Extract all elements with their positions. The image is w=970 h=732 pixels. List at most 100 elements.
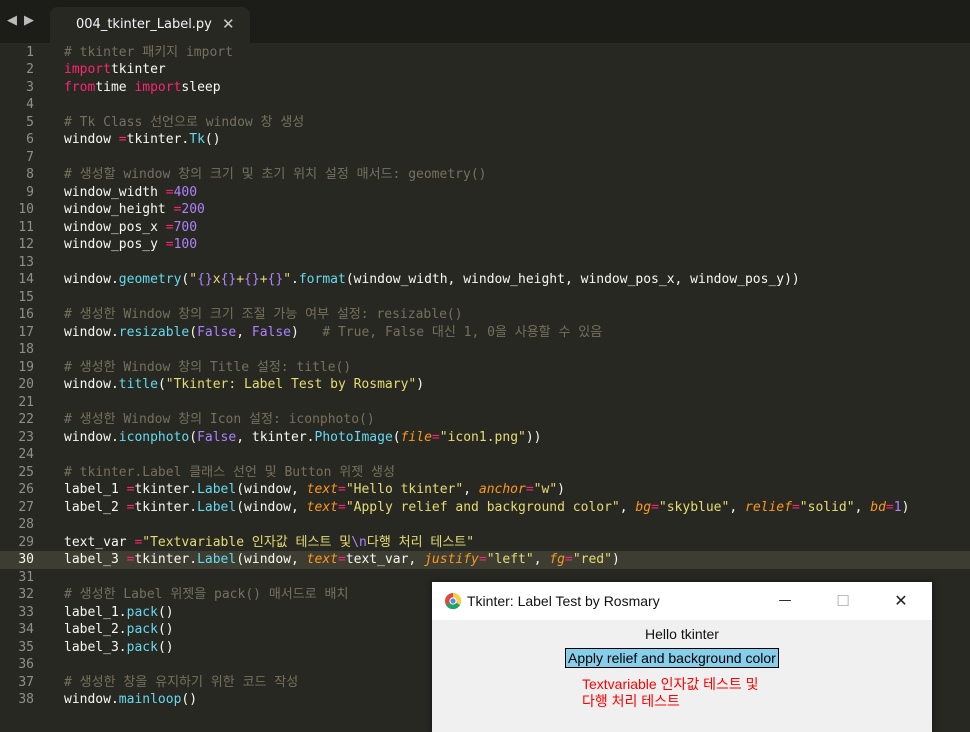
- code-token: =: [651, 499, 659, 515]
- code-token: label_1.: [64, 604, 127, 620]
- line-number: 5: [26, 114, 34, 130]
- code-token: Label: [197, 482, 237, 497]
- code-line[interactable]: window.iconphoto(False, tkinter.PhotoIma…: [64, 429, 542, 447]
- line-number: 20: [18, 377, 34, 392]
- code-token: ,: [463, 482, 479, 497]
- code-token: =: [478, 552, 487, 567]
- close-tab-icon[interactable]: ✕: [222, 15, 235, 33]
- code-token: # 생성한 Window 창의 Icon 설정: iconphoto(): [64, 412, 375, 427]
- code-line[interactable]: label_3.pack(): [64, 639, 174, 657]
- code-line[interactable]: window_pos_y =100: [64, 236, 197, 254]
- code-token: ": [283, 272, 292, 287]
- code-token: title: [118, 377, 158, 392]
- code-token: import: [134, 79, 182, 95]
- code-token: tkinter.: [134, 482, 198, 497]
- code-token: +: [236, 272, 245, 287]
- code-token: False: [197, 429, 237, 445]
- code-token: "red": [572, 552, 612, 567]
- code-token: (): [157, 639, 174, 655]
- code-token: window.: [64, 429, 119, 445]
- code-token: # tkinter 패키지 import: [64, 44, 233, 60]
- line-number: 13: [18, 254, 34, 270]
- code-line[interactable]: # tkinter.Label 클래스 선언 및 Button 위젯 생성: [64, 464, 395, 482]
- code-token: =: [118, 132, 127, 147]
- code-token: Tk: [189, 132, 205, 147]
- code-token: 700: [173, 219, 198, 235]
- code-token: (: [157, 377, 166, 392]
- code-line[interactable]: window_height =200: [64, 201, 205, 219]
- maximize-button[interactable]: ☐: [820, 586, 866, 616]
- file-tab[interactable]: 004_tkinter_Label.py ✕: [50, 7, 250, 43]
- line-number: 11: [18, 219, 34, 235]
- line-number: 16: [18, 307, 34, 322]
- line-number: 26: [18, 482, 34, 497]
- line-number: 6: [26, 132, 34, 147]
- code-token: \n: [351, 534, 367, 550]
- nav-back-icon[interactable]: ◀: [7, 13, 17, 28]
- code-token: {}: [220, 272, 237, 287]
- code-token: pack: [126, 622, 158, 637]
- app-icon: [445, 592, 462, 610]
- code-line[interactable]: importtkinter: [64, 61, 166, 79]
- code-token: # tkinter.Label 클래스 선언 및 Button 위젯 생성: [64, 464, 395, 480]
- line-number: 23: [18, 429, 34, 445]
- code-line[interactable]: label_2 =tkinter.Label(window, text="App…: [64, 499, 909, 517]
- code-token: time: [95, 79, 135, 95]
- code-token: 400: [173, 184, 198, 200]
- code-line[interactable]: label_3 =tkinter.Label(window, text=text…: [64, 551, 620, 569]
- tkinter-window: Tkinter: Label Test by Rosmary — ☐ ✕ Hel…: [432, 582, 932, 732]
- code-line[interactable]: # 생성한 Label 위젯을 pack() 매서드로 배치: [64, 586, 348, 604]
- code-token: label_2.: [64, 622, 127, 637]
- code-token: .: [291, 272, 299, 287]
- code-line[interactable]: window.mainloop(): [64, 691, 197, 709]
- code-line[interactable]: fromtime importsleep: [64, 79, 221, 97]
- code-token: =: [165, 219, 174, 235]
- code-token: tkinter: [110, 62, 166, 77]
- code-line[interactable]: # 생성할 window 창의 크기 및 초기 위치 설정 매서드: geome…: [64, 166, 486, 184]
- code-line[interactable]: label_2.pack(): [64, 621, 174, 639]
- code-token: ,: [236, 324, 252, 340]
- code-token: ): [901, 499, 910, 515]
- code-line[interactable]: window_pos_x =700: [64, 219, 197, 237]
- code-line[interactable]: label_1.pack(): [64, 604, 174, 622]
- line-number: 19: [18, 359, 34, 375]
- code-token: ): [611, 552, 620, 567]
- code-token: =: [885, 499, 894, 515]
- code-token: (: [189, 429, 198, 445]
- code-line[interactable]: # Tk Class 선언으로 window 창 생성: [64, 114, 304, 132]
- code-token: =: [337, 499, 346, 515]
- code-line[interactable]: # 생성한 Window 창의 Title 설정: title(): [64, 359, 351, 377]
- code-line[interactable]: window.geometry("{}x{}+{}+{}".format(win…: [64, 271, 800, 289]
- window-titlebar[interactable]: Tkinter: Label Test by Rosmary — ☐ ✕: [432, 582, 932, 620]
- code-token: file: [400, 429, 432, 445]
- line-number: 12: [18, 237, 34, 252]
- code-token: text: [306, 482, 338, 497]
- label-hello: Hello tkinter: [645, 626, 719, 642]
- code-token: (window,: [236, 552, 307, 567]
- code-line[interactable]: window.resizable(False, False) # True, F…: [64, 324, 602, 342]
- code-line[interactable]: # 생성한 Window 창의 Icon 설정: iconphoto(): [64, 411, 375, 429]
- code-token: relief: [745, 499, 792, 515]
- code-line[interactable]: # tkinter 패키지 import: [64, 44, 233, 62]
- line-number: 8: [26, 167, 34, 182]
- nav-forward-icon[interactable]: ▶: [24, 13, 34, 28]
- close-button[interactable]: ✕: [878, 586, 924, 616]
- code-token: pack: [126, 639, 158, 655]
- code-token: "solid": [799, 499, 855, 515]
- code-line[interactable]: # 생성한 창을 유지하기 위한 코드 작성: [64, 674, 298, 692]
- code-line[interactable]: text_var ="Textvariable 인자값 테스트 및\n다행 처리…: [64, 534, 474, 552]
- code-token: {}: [197, 272, 213, 287]
- code-line[interactable]: window =tkinter.Tk(): [64, 131, 221, 149]
- line-number: 7: [26, 149, 34, 165]
- code-line[interactable]: window_width =400: [64, 184, 197, 202]
- code-line[interactable]: label_1 =tkinter.Label(window, text="Hel…: [64, 481, 565, 499]
- minimize-button[interactable]: —: [762, 586, 808, 616]
- code-line[interactable]: # 생성한 Window 창의 크기 조절 가능 여부 설정: resizabl…: [64, 306, 463, 324]
- code-token: ,: [533, 552, 550, 567]
- code-token: x: [212, 272, 221, 287]
- code-line[interactable]: window.title("Tkinter: Label Test by Ros…: [64, 376, 424, 394]
- line-number: 17: [18, 324, 34, 340]
- label-multiline: Textvariable 인자값 테스트 및 다행 처리 테스트: [582, 676, 759, 709]
- line-number: 14: [18, 272, 34, 287]
- code-token: =: [525, 482, 534, 497]
